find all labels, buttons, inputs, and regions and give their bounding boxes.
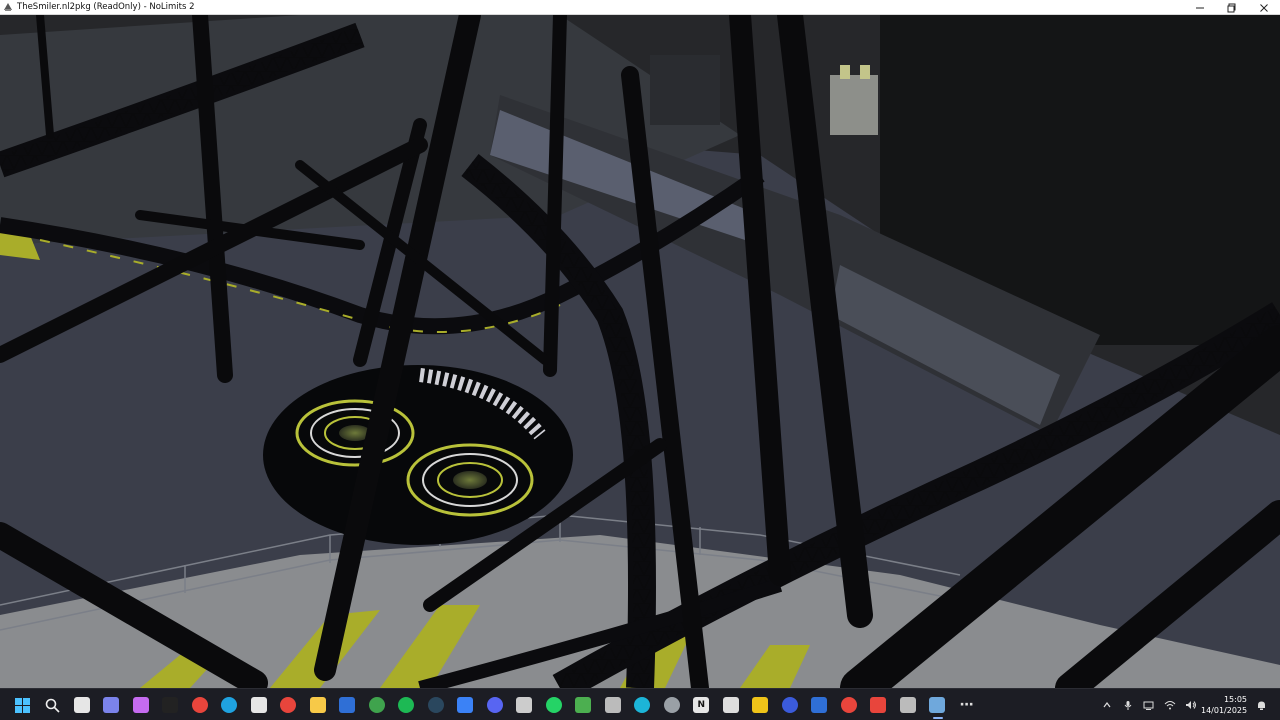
tray-microphone[interactable] [1117,689,1138,720]
maximize-button[interactable] [1216,0,1248,15]
taskbar-button-docs[interactable] [805,689,835,720]
title-bar[interactable]: TheSmiler.nl2pkg (ReadOnly) - NoLimits 2 [0,0,1280,15]
window-controls [1184,0,1280,15]
taskbar-pinned-apps: N ⋯ [8,689,982,720]
youtube-app-icon [870,697,887,713]
chrome-icon [280,697,297,713]
clock[interactable]: 15:05 14/01/2025 [1201,694,1247,716]
blue-app-icon [457,697,474,713]
nolimits-editor-icon [162,697,179,713]
window-title: TheSmiler.nl2pkg (ReadOnly) - NoLimits 2 [17,2,195,12]
display-icon [1143,701,1154,710]
tray-volume[interactable] [1180,689,1201,720]
taskbar-button-copilot[interactable] [126,689,156,720]
chevron-up-icon [1103,702,1110,708]
minimize-button[interactable] [1184,0,1216,15]
taskbar-button-store[interactable] [244,689,274,720]
system-tray: 15:05 14/01/2025 [1096,689,1272,720]
taskbar-button-settings[interactable] [657,689,687,720]
taskbar-button-profile-app[interactable] [775,689,805,720]
taskbar-button-start[interactable] [8,689,38,720]
star-app-icon [752,697,769,713]
notification-icon [1258,701,1265,710]
taskbar-button-audio-mixer[interactable] [716,689,746,720]
taskbar-button-nolimits[interactable]: N [687,689,717,720]
taskbar-button-nolimits-active[interactable] [923,689,953,720]
taskbar-button-whatsapp[interactable] [539,689,569,720]
discord-icon [486,697,503,713]
taskbar-button-cyan-app[interactable] [628,689,658,720]
taskbar-button-teams-chat[interactable] [97,689,127,720]
minecraft-icon [575,697,592,713]
cyan-app-icon [634,697,651,713]
opera-icon [840,697,857,713]
nolimits-app-icon [3,2,13,12]
red-app-icon [191,697,208,713]
store-icon [250,697,267,713]
start-icon [15,697,31,713]
keyboard-app-icon [899,697,916,713]
taskbar-button-search[interactable] [38,689,68,720]
steam-icon [427,697,444,713]
taskbar-button-discord[interactable] [480,689,510,720]
teams-chat-icon [103,697,120,713]
taskbar-button-edge[interactable] [215,689,245,720]
edge-icon [221,697,238,713]
profile-app-icon [781,697,798,713]
taskbar-button-chrome[interactable] [274,689,304,720]
taskbar-button-youtube-app[interactable] [864,689,894,720]
close-icon [1260,3,1268,12]
notification-button[interactable] [1251,689,1272,720]
task-view-icon [73,697,90,713]
media-app-icon [604,697,621,713]
search-icon [44,697,60,713]
tray-wifi[interactable] [1159,689,1180,720]
taskbar-button-steam[interactable] [421,689,451,720]
simulation-viewport[interactable] [0,15,1280,688]
coaster-scene [0,15,1280,688]
taskbar-button-keyboard-app[interactable] [893,689,923,720]
close-button[interactable] [1248,0,1280,15]
tool-app-icon [516,697,533,713]
taskbar-button-blue-app[interactable] [451,689,481,720]
taskbar-button-opera[interactable] [834,689,864,720]
clock-date: 14/01/2025 [1201,706,1248,715]
microphone-icon [1124,701,1131,710]
taskbar-button-booking-app[interactable] [333,689,363,720]
taskbar-button-minecraft[interactable] [569,689,599,720]
file-explorer-icon [309,697,326,713]
taskbar-button-nolimits-editor[interactable] [156,689,186,720]
nolimits-active-icon [929,697,946,713]
spiral-disc [263,365,573,545]
taskbar-button-file-explorer[interactable] [303,689,333,720]
tray-chevron-button[interactable] [1096,689,1117,720]
volume-icon [1185,701,1196,709]
taskbar-button-red-app[interactable] [185,689,215,720]
minimize-icon [1196,7,1204,8]
taskbar-button-spotify[interactable] [392,689,422,720]
taskbar: N ⋯ 15:05 14/01/2025 [0,688,1280,720]
overflow-icon: ⋯ [959,697,974,713]
taskbar-button-tool-app[interactable] [510,689,540,720]
copilot-icon [132,697,149,713]
nolimits-icon: N [693,697,710,713]
booking-app-icon [339,697,356,713]
taskbar-button-xbox[interactable] [362,689,392,720]
taskbar-button-star-app[interactable] [746,689,776,720]
maximize-icon [1227,3,1236,12]
clock-time: 15:05 [1223,695,1247,704]
settings-icon [663,697,680,713]
xbox-icon [368,697,385,713]
spotify-icon [398,697,415,713]
whatsapp-icon [545,697,562,713]
taskbar-button-task-view[interactable] [67,689,97,720]
audio-mixer-icon [722,697,739,713]
tray-display[interactable] [1138,689,1159,720]
docs-icon [811,697,828,713]
wifi-icon [1164,701,1175,710]
taskbar-button-media-app[interactable] [598,689,628,720]
taskbar-button-overflow[interactable]: ⋯ [952,689,982,720]
